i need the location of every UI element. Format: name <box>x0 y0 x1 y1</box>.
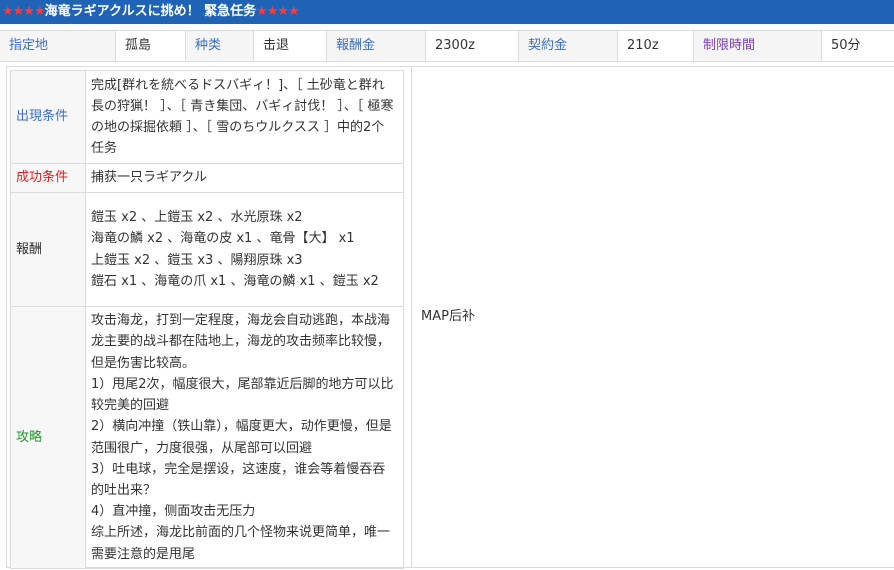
appear-condition-text: 完成[群れを統べるドスバギィ！]、［ 土砂竜と群れ長の狩猟！ ］、［ 青き集団、… <box>85 70 404 164</box>
quest-info-row: 指定地 孤島 种类 击退 報酬金 2300z 契約金 210z 制限時間 50分 <box>0 30 894 62</box>
quest-title-bar: ★★★★海竜ラギアクルスに挑め！ 緊急任务★★★★ <box>0 0 894 24</box>
strategy-row: 攻略 攻击海龙，打到一定程度，海龙会自动逃跑，本战海龙主要的战斗都在陆地上，海龙… <box>10 306 404 569</box>
strategy-line: 2）横向冲撞（铁山靠），幅度更大，动作更慢，但是范围很广，力度很强，从尾部可以回… <box>91 419 392 456</box>
reward-money-value: 2300z <box>425 31 518 61</box>
contract-label: 契約金 <box>518 31 617 61</box>
strategy-line: 1）甩尾2次，幅度很大，尾部靠近后脚的地方可以比较完美的回避 <box>91 376 394 414</box>
strategy-line: 攻击海龙，打到一定程度，海龙会自动逃跑，本战海龙主要的战斗都在陆地上，海龙的攻击… <box>91 313 391 371</box>
location-label: 指定地 <box>0 31 115 61</box>
strategy-line: 综上所述，海龙比前面的几个怪物来说更简单，唯一需要注意的是甩尾 <box>91 525 391 562</box>
map-placeholder-text: MAP后补 <box>421 309 475 324</box>
quest-title: 海竜ラギアクルスに挑め！ 緊急任务 <box>44 4 257 19</box>
success-row: 成功条件 捕获一只ラギアクル <box>10 163 404 193</box>
quest-details-panel: 出現条件 完成[群れを統べるドスバギィ！]、［ 土砂竜と群れ長の狩猟！ ］、［ … <box>6 66 894 569</box>
quest-page: ★★★★海竜ラギアクルスに挑め！ 緊急任务★★★★ 指定地 孤島 种类 击退 報… <box>0 0 894 570</box>
rank-stars-right: ★★★★ <box>256 4 300 19</box>
rank-stars-left: ★★★★ <box>2 4 46 19</box>
reward-money-label: 報酬金 <box>326 31 425 61</box>
strategy-line: 4）直冲撞，侧面攻击无压力 <box>91 504 256 520</box>
appear-condition-label: 出現条件 <box>10 70 86 164</box>
reward-line: 上鎧玉 x2 、鎧玉 x3 、陽翔原珠 x3 <box>91 252 303 268</box>
type-value: 击退 <box>253 31 326 61</box>
time-limit-value: 50分 <box>821 31 894 61</box>
reward-line: 鎧玉 x2 、上鎧玉 x2 、水光原珠 x2 <box>91 210 303 226</box>
map-area: MAP后补 <box>411 67 894 567</box>
appear-row: 出現条件 完成[群れを統べるドスバギィ！]、［ 土砂竜と群れ長の狩猟！ ］、［ … <box>10 70 404 164</box>
success-condition-text: 捕获一只ラギアクル <box>85 163 404 193</box>
contract-value: 210z <box>617 31 693 61</box>
reward-label: 報酬 <box>10 192 86 307</box>
strategy-line: 3）吐电球，完全是摆设，这速度，谁会等着慢吞吞的吐出来？ <box>91 461 386 498</box>
time-limit-label: 制限時間 <box>693 31 821 61</box>
reward-line: 海竜の鱗 x2 、海竜の皮 x1 、竜骨【大】 x1 <box>91 231 355 247</box>
reward-line: 鎧石 x1 、海竜の爪 x1 、海竜の鱗 x1 、鎧玉 x2 <box>91 273 379 289</box>
strategy-text: 攻击海龙，打到一定程度，海龙会自动逃跑，本战海龙主要的战斗都在陆地上，海龙的攻击… <box>85 306 404 569</box>
strategy-label: 攻略 <box>10 306 86 569</box>
reward-list: 鎧玉 x2 、上鎧玉 x2 、水光原珠 x2 海竜の鱗 x2 、海竜の皮 x1 … <box>85 192 404 307</box>
type-label: 种类 <box>185 31 253 61</box>
location-value: 孤島 <box>115 31 185 61</box>
quest-details-table: 出現条件 完成[群れを統べるドスバギィ！]、［ 土砂竜と群れ長の狩猟！ ］、［ … <box>10 70 404 569</box>
reward-row: 報酬 鎧玉 x2 、上鎧玉 x2 、水光原珠 x2 海竜の鱗 x2 、海竜の皮 … <box>10 192 404 307</box>
success-condition-label: 成功条件 <box>10 163 86 193</box>
